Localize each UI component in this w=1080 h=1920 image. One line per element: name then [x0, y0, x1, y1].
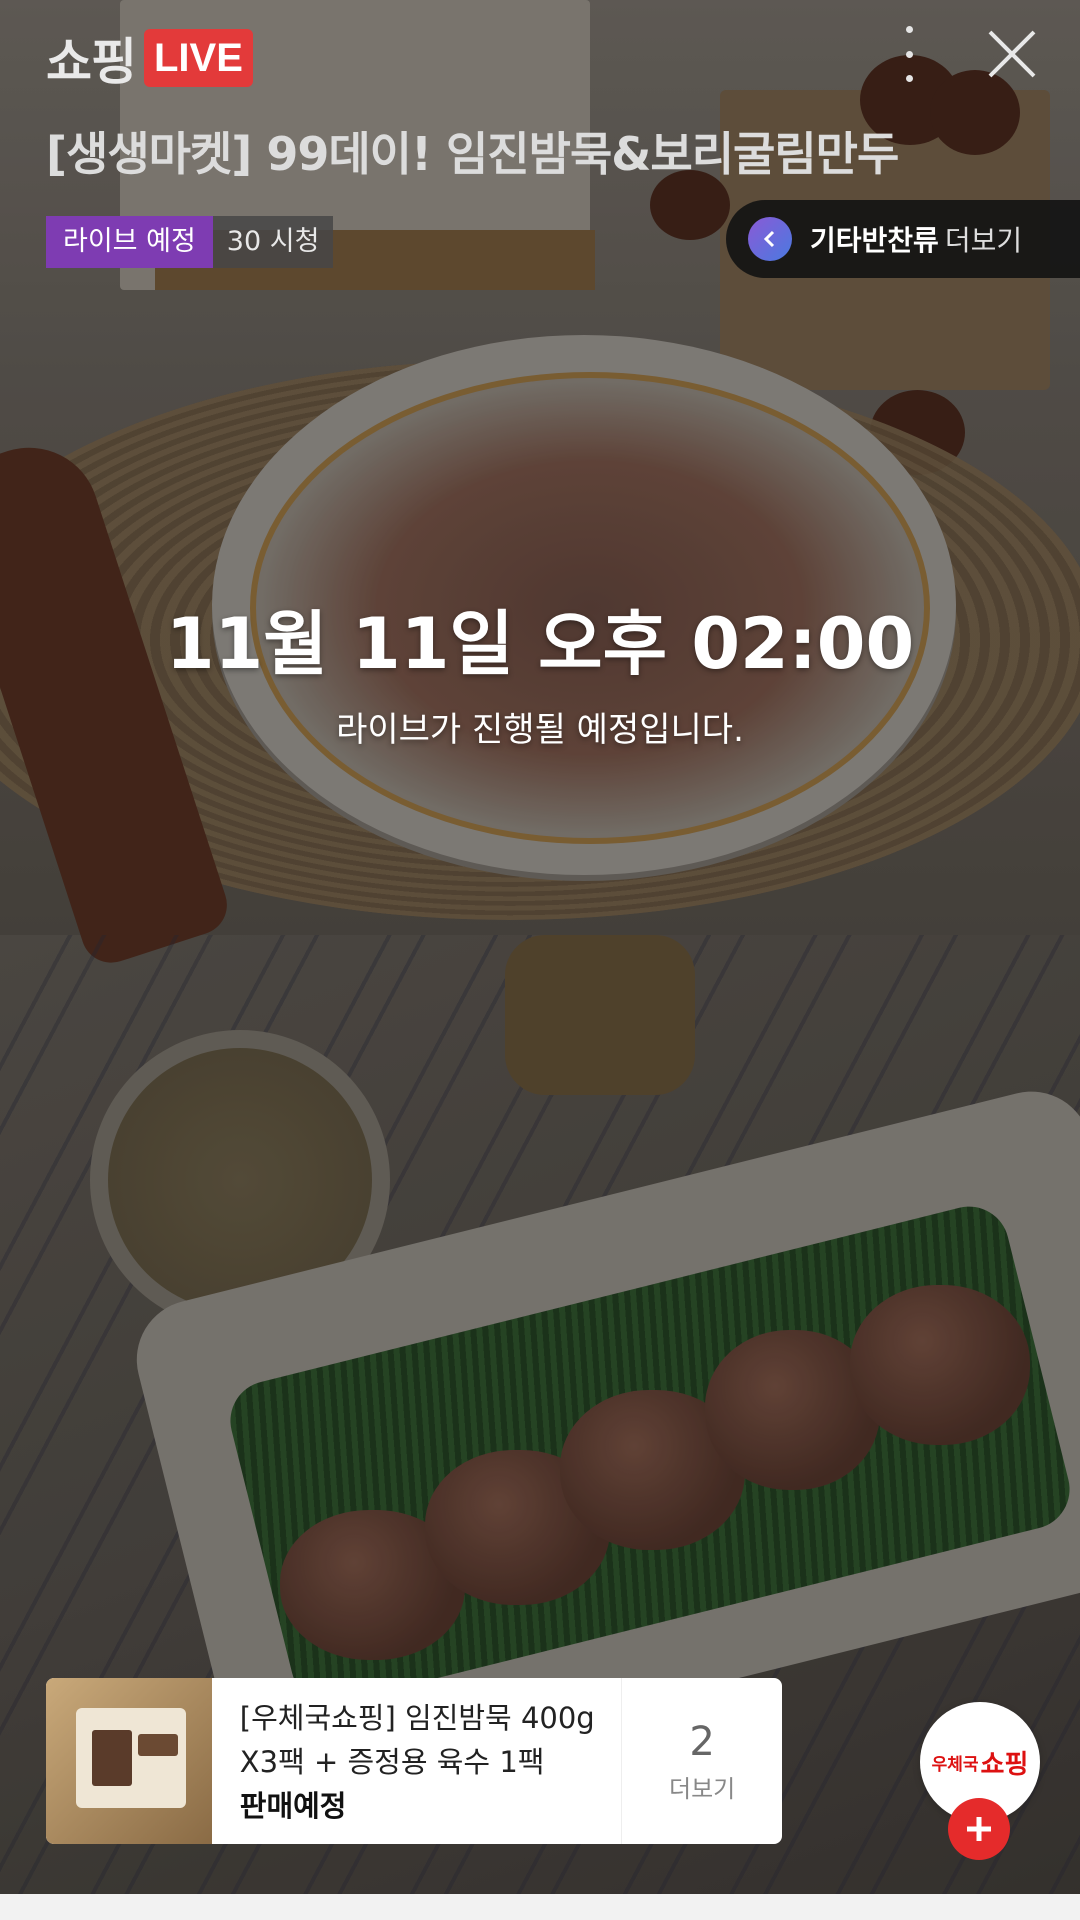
bottom-bar	[0, 1894, 1080, 1920]
product-more-button[interactable]: 2 더보기	[621, 1678, 782, 1844]
close-icon[interactable]	[984, 26, 1040, 82]
product-info: [우체국쇼핑] 임진밤묵 400g X3팩 + 증정용 육수 1팩 판매예정	[212, 1678, 621, 1844]
fab-brand-small: 우체국	[931, 1754, 979, 1775]
live-badge: LIVE	[144, 29, 253, 87]
status-badge: 라이브 예정	[46, 216, 213, 268]
more-vertical-icon[interactable]	[902, 26, 916, 82]
brand-text: 쇼핑	[46, 33, 137, 91]
category-more-label: 더보기	[944, 224, 1023, 257]
product-name-line2: X3팩 + 증정용 육수 1팩	[239, 1745, 545, 1779]
plus-icon[interactable]	[948, 1798, 1010, 1860]
category-more-button[interactable]: 기타반찬류 더보기	[726, 200, 1080, 278]
scheduled-datetime: 11월 11일 오후 02:00	[165, 603, 915, 685]
status-badges: 라이브 예정 30 시청	[46, 216, 334, 268]
product-thumbnail	[46, 1678, 212, 1844]
chevron-left-icon	[748, 217, 792, 261]
dim-overlay	[0, 0, 1080, 1920]
product-more-label: 더보기	[668, 1774, 736, 1803]
schedule-message: 라이브가 진행될 예정입니다.	[336, 710, 744, 750]
product-name-line1: [우체국쇼핑] 임진밤묵 400g	[239, 1701, 595, 1735]
fab-brand-big: 쇼핑	[980, 1749, 1029, 1780]
product-count: 2	[689, 1718, 715, 1765]
live-thumbnail-background	[0, 0, 1080, 1920]
live-title: [생생마켓] 99데이! 임진밤묵&보리굴림만두	[46, 127, 899, 181]
product-status: 판매예정	[239, 1789, 347, 1823]
view-count-badge: 30 시청	[212, 216, 334, 268]
category-name: 기타반찬류	[810, 224, 939, 257]
product-card[interactable]: [우체국쇼핑] 임진밤묵 400g X3팩 + 증정용 육수 1팩 판매예정 2…	[46, 1678, 782, 1844]
shopping-live-logo: 쇼핑 LIVE	[46, 22, 253, 94]
